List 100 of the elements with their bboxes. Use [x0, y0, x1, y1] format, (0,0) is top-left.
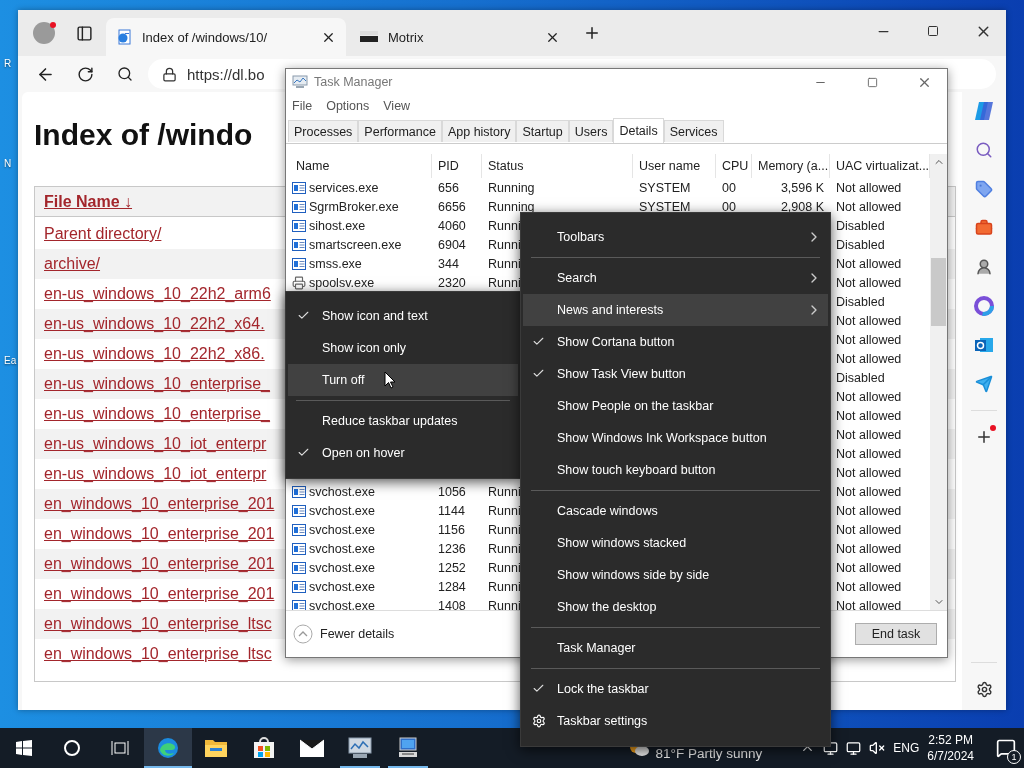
menu-item[interactable]: Lock the taskbar	[523, 673, 828, 705]
tab[interactable]: Details	[613, 118, 664, 143]
menu-item[interactable]: View	[383, 99, 411, 113]
column-header[interactable]: PID	[432, 154, 482, 178]
settings-icon	[532, 714, 546, 728]
toolbox-icon[interactable]	[975, 219, 993, 237]
browser-tab[interactable]: Index of /windows/10/	[106, 18, 346, 56]
window-icon	[292, 181, 306, 194]
menu-item[interactable]: Show People on the taskbar	[523, 390, 828, 422]
settings-icon[interactable]	[975, 680, 993, 698]
menu-item[interactable]: File	[292, 99, 313, 113]
table-cell: Not allowed	[836, 427, 902, 442]
file-link[interactable]: en_windows_10_enterprise_201	[44, 495, 275, 513]
edge-icon[interactable]	[156, 736, 180, 760]
tab[interactable]: Startup	[516, 120, 569, 142]
file-link[interactable]: en-us_windows_10_enterprise_	[44, 405, 270, 423]
table-cell: 00	[722, 199, 736, 214]
tab[interactable]: Processes	[288, 120, 359, 142]
file-link[interactable]: en-us_windows_10_22h2_x64.	[44, 315, 265, 333]
maximize-icon[interactable]	[927, 25, 939, 37]
clock[interactable]: 2:52 PM 6/7/2024	[927, 732, 974, 764]
menu-item[interactable]: Search	[523, 262, 828, 294]
file-link[interactable]: en-us_windows_10_22h2_x86.	[44, 345, 265, 363]
send-icon[interactable]	[975, 375, 993, 393]
menu-item[interactable]: Turn off	[288, 364, 518, 396]
new-tab-icon[interactable]	[583, 24, 601, 42]
menu-item[interactable]: Show Task View button	[523, 358, 828, 390]
table-cell: Not allowed	[836, 256, 902, 271]
file-link[interactable]: en_windows_10_enterprise_201	[44, 585, 275, 603]
end-task-button[interactable]: End task	[855, 623, 937, 645]
windows-logo-icon[interactable]	[16, 740, 32, 756]
file-link[interactable]: en-us_windows_10_iot_enterpr	[44, 435, 267, 453]
file-link[interactable]: en-us_windows_10_enterprise_	[44, 375, 270, 393]
file-link[interactable]: archive/	[44, 255, 101, 273]
muted-speaker-icon[interactable]	[869, 740, 886, 756]
window-icon	[292, 238, 306, 251]
mail-icon[interactable]	[299, 738, 325, 758]
scroll-thumb[interactable]	[931, 258, 946, 326]
menu-item[interactable]: Show Cortana button	[523, 326, 828, 358]
menu-item[interactable]: Show Windows Ink Workspace button	[523, 422, 828, 454]
column-header-link[interactable]: File Name ↓	[44, 192, 133, 211]
menu-item[interactable]: Reduce taskbar updates	[288, 405, 518, 437]
table-cell: 1056	[438, 484, 466, 499]
office-icon[interactable]	[974, 296, 994, 316]
computer-icon[interactable]	[396, 736, 420, 760]
refresh-icon[interactable]	[76, 65, 94, 83]
menu-item[interactable]: Show windows side by side	[523, 559, 828, 591]
task-view-icon[interactable]	[111, 740, 129, 756]
column-header[interactable]: CPU	[716, 154, 752, 178]
person-icon[interactable]	[975, 258, 993, 276]
table-cell: sihost.exe	[309, 218, 366, 233]
window-icon	[292, 580, 306, 593]
menu-item[interactable]: Show the desktop	[523, 591, 828, 623]
table-cell: svchost.exe	[309, 484, 375, 499]
plus-icon[interactable]	[975, 428, 993, 446]
language-indicator[interactable]: ENG	[893, 741, 920, 755]
file-link[interactable]: en_windows_10_enterprise_ltsc	[44, 645, 272, 663]
file-link[interactable]: Parent directory/	[44, 225, 162, 243]
folder-icon[interactable]	[204, 737, 228, 759]
menu-item[interactable]: Show touch keyboard button	[523, 454, 828, 486]
check-icon	[532, 682, 545, 695]
search-icon[interactable]	[117, 66, 133, 82]
table-cell: Running	[488, 199, 535, 214]
menu-item[interactable]: Open on hover	[288, 437, 518, 469]
file-link[interactable]: en_windows_10_enterprise_201	[44, 555, 275, 573]
menu-item[interactable]: Taskbar settings	[523, 705, 828, 737]
copilot-icon[interactable]	[973, 100, 995, 122]
fewer-details-button[interactable]: Fewer details	[293, 624, 395, 644]
column-header[interactable]: User name	[633, 154, 716, 178]
column-header[interactable]: Status	[482, 154, 633, 178]
menu-item[interactable]: Show icon only	[288, 332, 518, 364]
file-link[interactable]: en-us_windows_10_22h2_arm6	[44, 285, 271, 303]
store-icon[interactable]	[252, 736, 276, 760]
tab[interactable]: Performance	[358, 120, 442, 142]
menu-item[interactable]: Show icon and text	[288, 300, 518, 332]
browser-tab[interactable]: Motrix	[350, 18, 570, 56]
monitor-chart-icon[interactable]	[347, 736, 373, 760]
file-link[interactable]: en_windows_10_enterprise_201	[44, 525, 275, 543]
menu-item[interactable]: Task Manager	[523, 632, 828, 664]
tab[interactable]: App history	[441, 120, 517, 142]
menu-item[interactable]: Options	[326, 99, 370, 113]
tab-actions-icon[interactable]	[75, 24, 93, 42]
display-icon[interactable]	[846, 740, 862, 756]
menu-item[interactable]: Show windows stacked	[523, 527, 828, 559]
menu-item[interactable]: Toolbars	[523, 221, 828, 253]
outlook-icon[interactable]	[974, 335, 994, 355]
menu-item[interactable]: News and interests	[523, 294, 828, 326]
menu-item[interactable]: Cascade windows	[523, 495, 828, 527]
notification-icon[interactable]	[996, 738, 1016, 758]
cortana-icon[interactable]	[63, 739, 81, 757]
tab[interactable]: Users	[568, 120, 614, 142]
window-icon	[292, 257, 306, 270]
column-header[interactable]: Memory (a...	[752, 154, 830, 178]
window-icon	[292, 599, 306, 610]
column-header[interactable]: Name	[286, 154, 432, 178]
file-link[interactable]: en-us_windows_10_iot_enterpr	[44, 465, 267, 483]
file-link[interactable]: en_windows_10_enterprise_ltsc	[44, 615, 272, 633]
tab[interactable]: Services	[663, 120, 724, 142]
tag-icon[interactable]	[975, 180, 993, 198]
table-cell: Not allowed	[836, 560, 902, 575]
